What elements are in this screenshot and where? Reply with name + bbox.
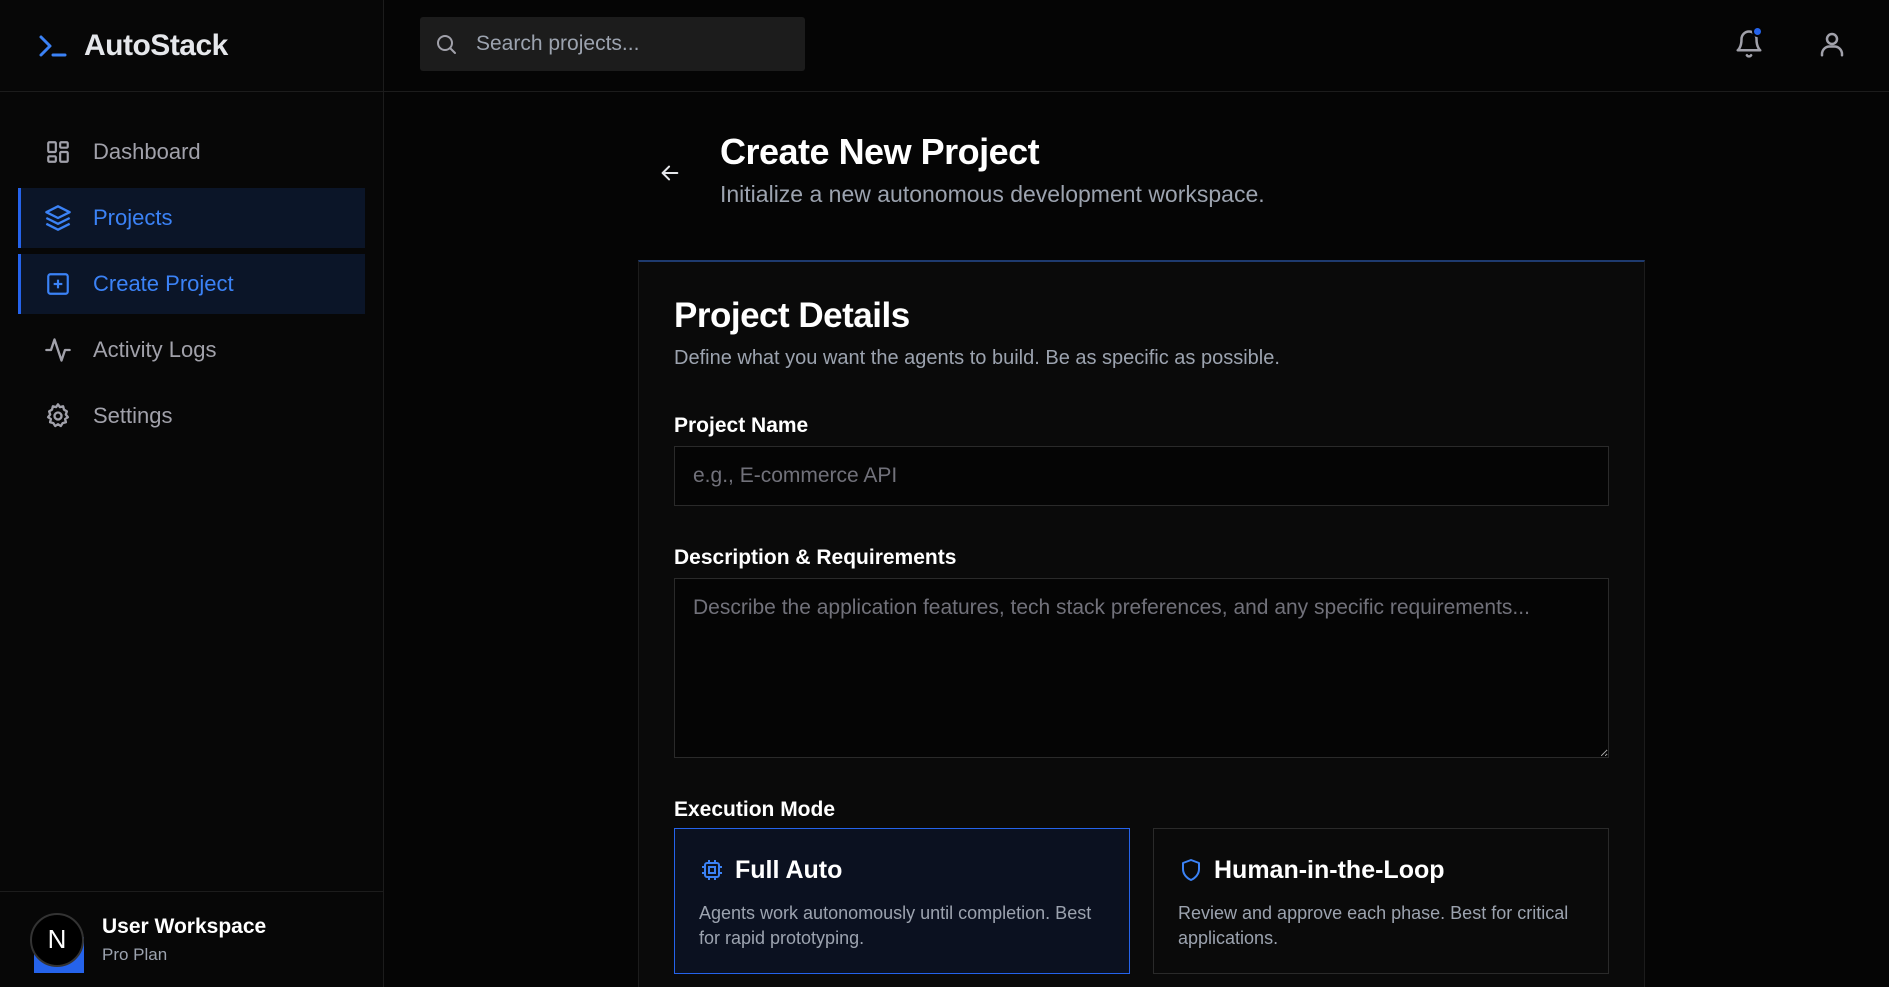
sidebar: AutoStack Dashboard Projects Create Proj… [0, 0, 384, 987]
workspace-name: User Workspace [102, 914, 267, 938]
avatar: N [30, 912, 84, 973]
mode-title: Human-in-the-Loop [1214, 856, 1445, 884]
sidebar-item-label: Dashboard [93, 139, 201, 164]
sidebar-item-activity-logs[interactable]: Activity Logs [18, 320, 365, 380]
mode-option-full-auto[interactable]: Full Auto Agents work autonomously until… [674, 828, 1130, 974]
mode-option-human-in-the-loop[interactable]: Human-in-the-Loop Review and approve eac… [1153, 828, 1609, 974]
mode-title: Full Auto [735, 856, 843, 884]
sidebar-item-projects[interactable]: Projects [18, 188, 365, 248]
brand-name: AutoStack [84, 28, 228, 62]
description-textarea[interactable] [674, 578, 1609, 758]
sidebar-item-label: Projects [93, 205, 173, 230]
sidebar-item-dashboard[interactable]: Dashboard [18, 122, 365, 182]
shield-icon [1178, 857, 1204, 883]
search-icon [434, 31, 460, 57]
main-content: Create New Project Initialize a new auto… [384, 93, 1889, 987]
sidebar-item-label: Settings [93, 403, 173, 428]
project-name-label: Project Name [674, 414, 809, 437]
plus-square-icon [43, 269, 73, 299]
activity-icon [43, 335, 73, 365]
sidebar-item-create-project[interactable]: Create Project [18, 254, 365, 314]
user-menu-button[interactable] [1814, 26, 1850, 62]
project-details-card: Project Details Define what you want the… [638, 260, 1645, 987]
avatar-letter: N [30, 912, 84, 967]
terminal-icon [38, 30, 70, 62]
sidebar-item-settings[interactable]: Settings [18, 386, 365, 446]
description-label: Description & Requirements [674, 546, 957, 569]
workspace-info: User Workspace Pro Plan [102, 915, 266, 965]
mode-description: Agents work autonomously until completio… [699, 903, 1092, 948]
sidebar-nav: Dashboard Projects Create Project Activi… [0, 92, 383, 446]
search-input[interactable] [476, 32, 776, 56]
user-icon [1820, 32, 1844, 57]
cpu-icon [699, 857, 725, 883]
gear-icon [43, 401, 73, 431]
workspace-switcher[interactable]: N User Workspace Pro Plan [0, 891, 383, 987]
notification-dot [1752, 26, 1763, 37]
grid-icon [43, 137, 73, 167]
card-title: Project Details [674, 296, 910, 335]
project-name-input[interactable] [674, 446, 1609, 506]
mode-description: Review and approve each phase. Best for … [1178, 903, 1569, 948]
notifications-button[interactable] [1731, 26, 1767, 62]
page-title: Create New Project [720, 131, 1040, 172]
sidebar-item-label: Create Project [93, 271, 234, 296]
topbar [384, 0, 1889, 92]
back-button[interactable] [654, 157, 686, 189]
execution-mode-label: Execution Mode [674, 798, 836, 821]
arrow-left-icon [661, 165, 679, 181]
card-description: Define what you want the agents to build… [674, 347, 1280, 369]
workspace-plan: Pro Plan [102, 944, 168, 964]
sidebar-item-label: Activity Logs [93, 337, 217, 362]
brand[interactable]: AutoStack [0, 0, 383, 92]
layers-icon [43, 203, 73, 233]
page-subtitle: Initialize a new autonomous development … [720, 181, 1265, 207]
search-box[interactable] [420, 17, 805, 71]
